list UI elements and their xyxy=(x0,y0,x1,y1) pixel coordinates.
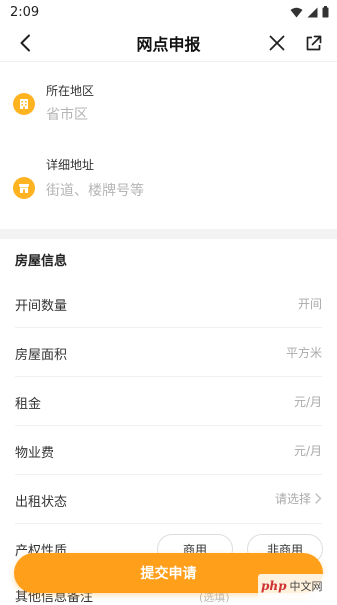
property-fee-input[interactable]: 元/月 xyxy=(294,442,322,459)
close-icon xyxy=(269,35,285,51)
property-fee-label: 物业费 xyxy=(15,446,55,461)
area-input[interactable]: 平方米 xyxy=(286,344,322,361)
nav-bar: 网点申报 xyxy=(0,24,337,62)
rental-status-select[interactable]: 请选择 xyxy=(275,490,322,507)
store-icon xyxy=(13,177,35,199)
close-button[interactable] xyxy=(264,30,290,56)
detail-address-placeholder: 街道、楼牌号等 xyxy=(46,183,144,199)
region-placeholder: 省市区 xyxy=(46,107,88,123)
status-bar: 2:09 xyxy=(0,0,337,24)
back-button[interactable] xyxy=(12,30,38,56)
room-count-label: 开间数量 xyxy=(15,299,68,314)
detail-address-label: 详细地址 xyxy=(46,158,95,172)
watermark: php 中文网 xyxy=(258,574,334,598)
section-divider xyxy=(0,229,337,239)
rent-label: 租金 xyxy=(15,397,42,412)
rental-status-label: 出租状态 xyxy=(15,495,68,510)
watermark-text: 中文网 xyxy=(289,580,323,593)
status-time: 2:09 xyxy=(10,4,40,20)
watermark-logo: php xyxy=(261,579,287,593)
detail-address-field[interactable]: 详细地址 街道、楼牌号等 xyxy=(0,150,337,210)
rent-input[interactable]: 元/月 xyxy=(294,393,322,410)
page-title: 网点申报 xyxy=(136,34,201,54)
room-count-input[interactable]: 开间 xyxy=(298,295,322,312)
region-label: 所在地区 xyxy=(46,84,95,98)
battery-icon xyxy=(322,6,329,18)
rental-status-value: 请选择 xyxy=(274,492,311,506)
chevron-left-icon xyxy=(20,34,30,52)
region-field[interactable]: 所在地区 省市区 xyxy=(0,76,337,136)
status-icons xyxy=(290,6,329,18)
section-title: 房屋信息 xyxy=(15,254,68,269)
building-icon xyxy=(13,93,35,115)
rental-status-row[interactable]: 出租状态 请选择 xyxy=(15,475,322,524)
signal-icon xyxy=(307,7,318,17)
share-icon xyxy=(306,35,321,50)
wifi-icon xyxy=(290,7,303,17)
rent-row[interactable]: 租金 元/月 xyxy=(15,377,322,426)
share-button[interactable] xyxy=(300,30,326,56)
area-row[interactable]: 房屋面积 平方米 xyxy=(15,328,322,377)
room-count-row[interactable]: 开间数量 开间 xyxy=(15,279,322,328)
chevron-right-icon xyxy=(315,493,322,504)
property-fee-row[interactable]: 物业费 元/月 xyxy=(15,426,322,475)
area-label: 房屋面积 xyxy=(15,348,68,363)
